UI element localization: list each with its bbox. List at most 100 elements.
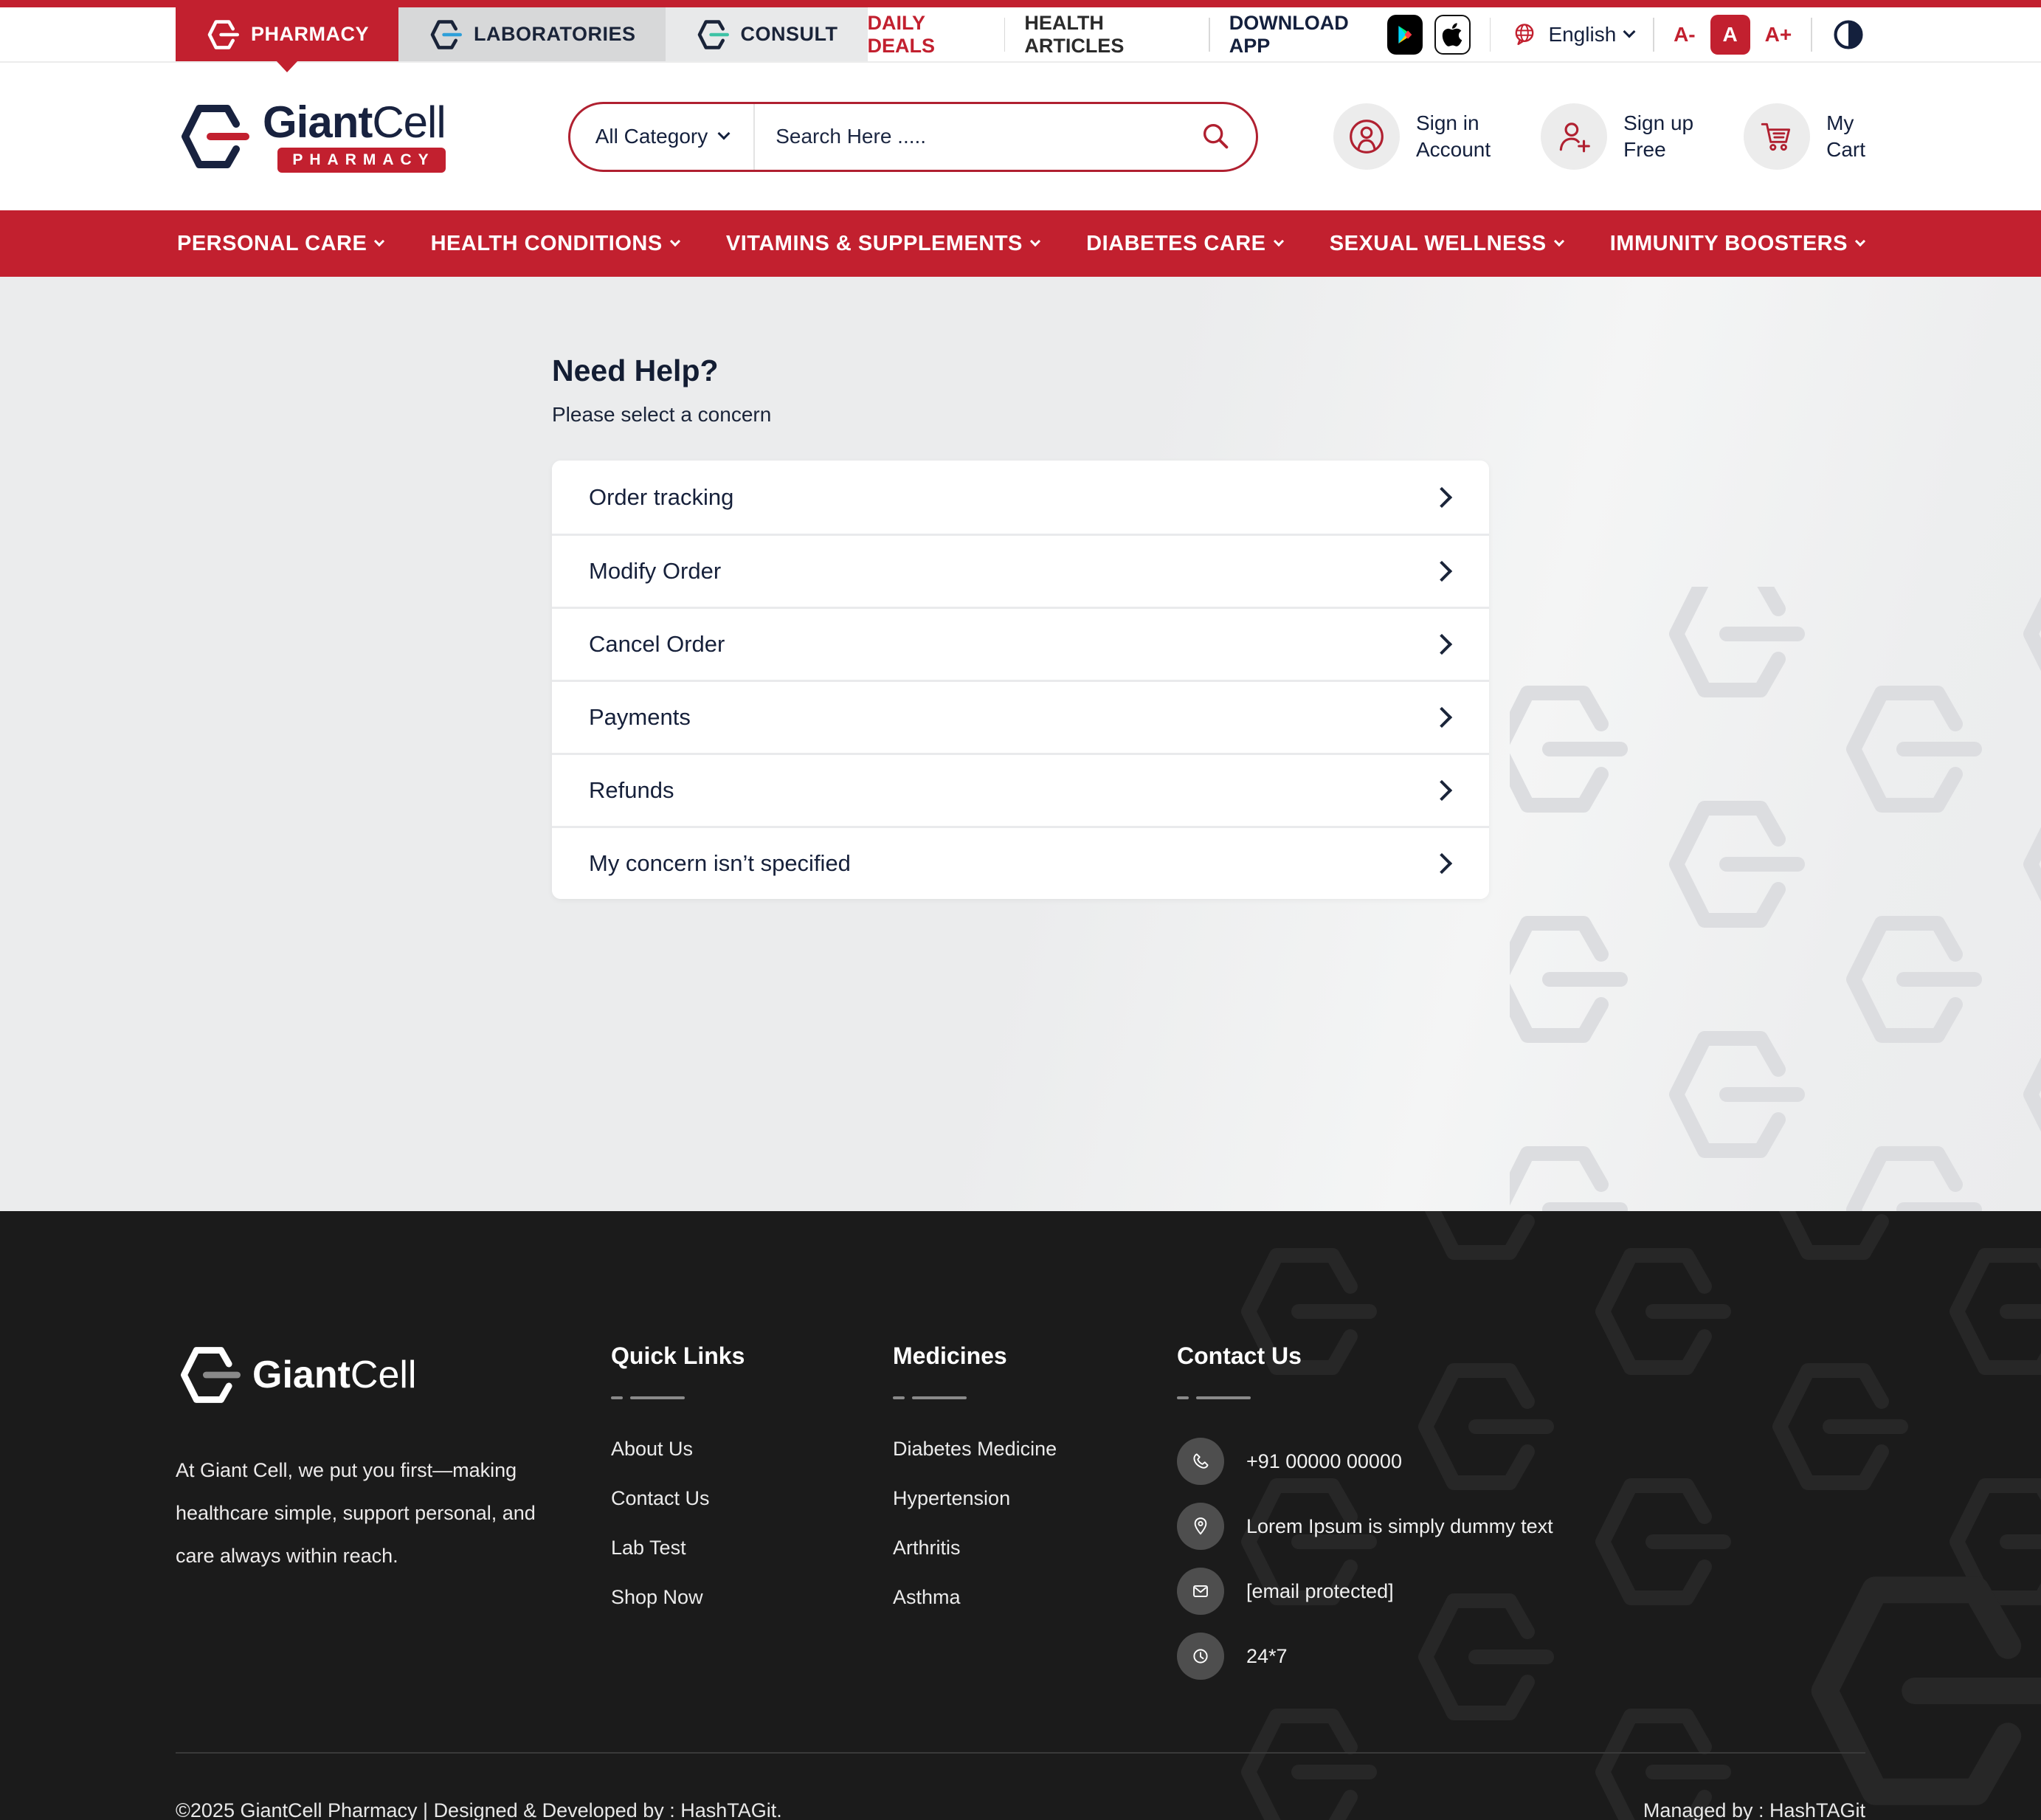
tab-consult-label: CONSULT bbox=[741, 23, 838, 46]
chevron-down-icon bbox=[374, 236, 384, 247]
chevron-down-icon bbox=[1553, 236, 1564, 247]
help-option-refunds[interactable]: Refunds bbox=[552, 753, 1489, 826]
language-selector[interactable]: English bbox=[1510, 20, 1634, 49]
playstore-icon[interactable] bbox=[1387, 15, 1423, 55]
divider bbox=[1004, 18, 1006, 52]
divider bbox=[1811, 18, 1812, 52]
footer-brand-logo: GiantCell bbox=[176, 1342, 611, 1407]
footer-divider bbox=[176, 1752, 1865, 1754]
list-item: Contact Us bbox=[611, 1487, 893, 1510]
footer-link-shop-now[interactable]: Shop Now bbox=[611, 1586, 703, 1608]
appstore-icon[interactable] bbox=[1434, 15, 1470, 55]
language-label: English bbox=[1548, 23, 1616, 46]
font-decrease-button[interactable]: A- bbox=[1674, 23, 1696, 46]
contrast-toggle-icon[interactable] bbox=[1831, 18, 1865, 52]
heading-underline bbox=[1177, 1396, 1865, 1399]
pharmacy-tab-logo-icon bbox=[205, 18, 239, 52]
divider bbox=[1209, 18, 1210, 52]
nav-diabetes-care[interactable]: DIABETES CARE bbox=[1086, 232, 1282, 256]
chevron-right-icon bbox=[1432, 561, 1452, 582]
help-option-payments[interactable]: Payments bbox=[552, 680, 1489, 753]
chevron-down-icon bbox=[670, 236, 680, 247]
top-bar-links: DAILY DEALS HEALTH ARTICLES DOWNLOAD APP bbox=[868, 7, 1865, 61]
chevron-right-icon bbox=[1432, 853, 1452, 874]
list-item: Hypertension bbox=[893, 1487, 1177, 1510]
search-button[interactable] bbox=[1191, 119, 1256, 154]
page-subtitle: Please select a concern bbox=[552, 403, 1489, 427]
daily-deals-link[interactable]: DAILY DEALS bbox=[868, 12, 985, 58]
search-category-select[interactable]: All Category bbox=[570, 125, 754, 148]
divider bbox=[1653, 18, 1654, 52]
download-app-label: DOWNLOAD APP bbox=[1229, 12, 1376, 58]
sign-up-button[interactable]: Sign up Free bbox=[1541, 103, 1693, 170]
tab-consult[interactable]: CONSULT bbox=[666, 7, 868, 61]
nav-personal-care[interactable]: PERSONAL CARE bbox=[177, 232, 383, 256]
heading-underline bbox=[893, 1396, 1177, 1399]
nav-health-conditions[interactable]: HEALTH CONDITIONS bbox=[431, 232, 679, 256]
service-tabs: PHARMACY LABORATORIES CONSULT bbox=[176, 7, 868, 61]
phone-icon bbox=[1177, 1438, 1224, 1485]
nav-sexual-wellness[interactable]: SEXUAL WELLNESS bbox=[1330, 232, 1563, 256]
sign-in-label-line2: Account bbox=[1416, 137, 1491, 163]
font-default-button[interactable]: A bbox=[1710, 15, 1750, 55]
chevron-right-icon bbox=[1432, 486, 1452, 507]
nav-vitamins-supplements[interactable]: VITAMINS & SUPPLEMENTS bbox=[726, 232, 1039, 256]
chevron-down-icon bbox=[1273, 236, 1283, 247]
chevron-right-icon bbox=[1432, 780, 1452, 801]
footer-brand-logo-icon bbox=[176, 1342, 241, 1407]
help-option-cancel-order[interactable]: Cancel Order bbox=[552, 607, 1489, 680]
footer-link-lab-test[interactable]: Lab Test bbox=[611, 1537, 686, 1559]
footer-link-contact-us[interactable]: Contact Us bbox=[611, 1487, 710, 1509]
footer-brand-giant: Giant bbox=[252, 1354, 350, 1396]
list-item: Asthma bbox=[893, 1586, 1177, 1609]
sign-up-label-line2: Free bbox=[1623, 137, 1693, 163]
help-option-order-tracking[interactable]: Order tracking bbox=[552, 461, 1489, 534]
help-option-modify-order[interactable]: Modify Order bbox=[552, 534, 1489, 607]
tab-pharmacy[interactable]: PHARMACY bbox=[176, 7, 398, 61]
footer-link-about-us[interactable]: About Us bbox=[611, 1438, 693, 1460]
cart-button[interactable]: My Cart bbox=[1744, 103, 1865, 170]
contact-address[interactable]: Lorem Ipsum is simply dummy text bbox=[1177, 1503, 1865, 1550]
managed-by-text: Managed by : HashTAGit bbox=[1643, 1799, 1865, 1820]
sign-in-button[interactable]: Sign in Account bbox=[1333, 103, 1491, 170]
footer-contact-column: Contact Us +91 00000 00000 bbox=[1177, 1342, 1865, 1697]
footer-link-diabetes-medicine[interactable]: Diabetes Medicine bbox=[893, 1438, 1057, 1460]
footer-link-arthritis[interactable]: Arthritis bbox=[893, 1537, 961, 1559]
health-articles-link[interactable]: HEALTH ARTICLES bbox=[1024, 12, 1189, 58]
top-bar: PHARMACY LABORATORIES CONSULT DAILY DEAL… bbox=[0, 0, 2041, 63]
list-item: Diabetes Medicine bbox=[893, 1438, 1177, 1461]
contact-phone[interactable]: +91 00000 00000 bbox=[1177, 1438, 1865, 1485]
account-area: Sign in Account Sign up Free bbox=[1333, 103, 1865, 170]
font-increase-button[interactable]: A+ bbox=[1765, 23, 1792, 46]
search-input[interactable] bbox=[755, 125, 1190, 148]
footer-link-asthma[interactable]: Asthma bbox=[893, 1586, 961, 1608]
cart-label-line2: Cart bbox=[1826, 137, 1865, 163]
heading-underline bbox=[611, 1396, 893, 1399]
divider bbox=[1490, 18, 1491, 52]
chevron-down-icon bbox=[1855, 236, 1865, 247]
brand-wordmark: GiantCell PHARMACY bbox=[263, 100, 446, 173]
brand-name-cell: Cell bbox=[372, 97, 445, 147]
chevron-down-icon bbox=[1030, 236, 1040, 247]
footer-medicines-column: Medicines Diabetes Medicine Hypertension… bbox=[893, 1342, 1177, 1635]
tab-laboratories[interactable]: LABORATORIES bbox=[398, 7, 666, 61]
tab-pharmacy-label: PHARMACY bbox=[251, 23, 369, 46]
main-navigation: PERSONAL CARE HEALTH CONDITIONS VITAMINS… bbox=[0, 210, 2041, 277]
chevron-down-icon bbox=[1623, 25, 1636, 38]
footer-link-hypertension[interactable]: Hypertension bbox=[893, 1487, 1010, 1509]
list-item: Lab Test bbox=[611, 1537, 893, 1559]
brand-logo-icon bbox=[176, 100, 249, 173]
help-option-not-specified[interactable]: My concern isn’t specified bbox=[552, 826, 1489, 899]
search-category-label: All Category bbox=[595, 125, 708, 148]
list-item: Arthritis bbox=[893, 1537, 1177, 1559]
sign-in-label-line1: Sign in bbox=[1416, 110, 1491, 137]
sign-up-label-line1: Sign up bbox=[1623, 110, 1693, 137]
brand-name-giant: Giant bbox=[263, 97, 372, 147]
contact-email[interactable]: [email protected] bbox=[1177, 1568, 1865, 1615]
footer-brand-cell: Cell bbox=[350, 1354, 417, 1396]
footer: GiantCell At Giant Cell, we put you firs… bbox=[0, 1211, 2041, 1820]
contact-hours: 24*7 bbox=[1177, 1633, 1865, 1680]
nav-immunity-boosters[interactable]: IMMUNITY BOOSTERS bbox=[1610, 232, 1864, 256]
help-options-list: Order tracking Modify Order Cancel Order… bbox=[552, 461, 1489, 899]
brand-logo[interactable]: GiantCell PHARMACY bbox=[176, 100, 446, 173]
